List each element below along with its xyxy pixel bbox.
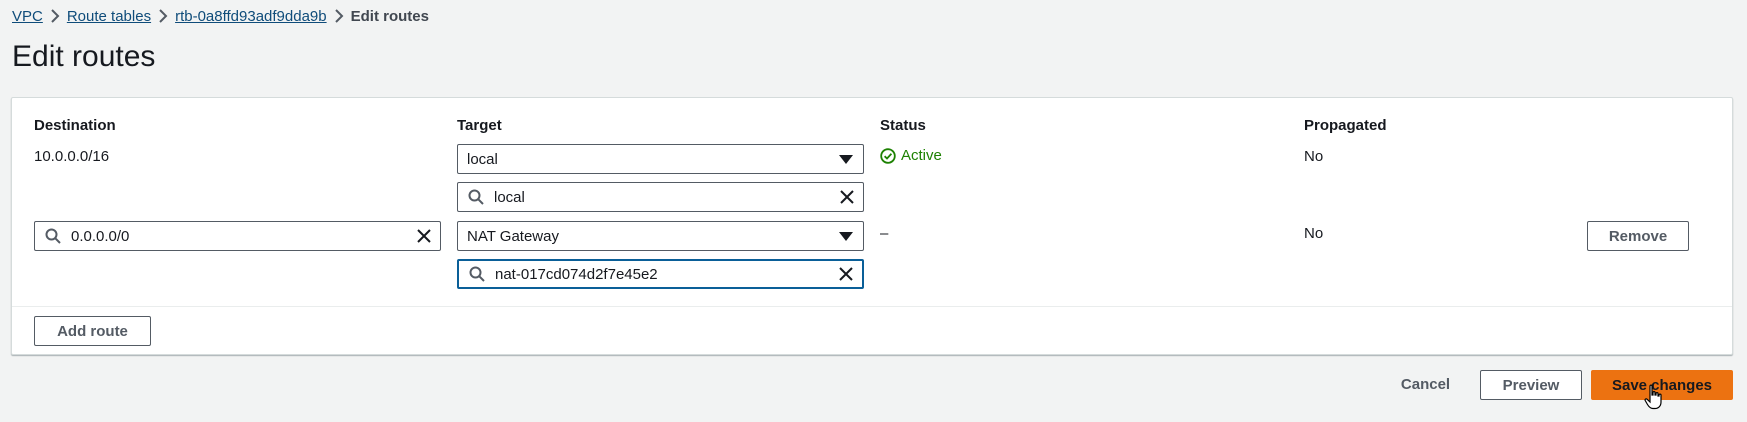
routes-panel: Destination Target Status Propagated 10.… <box>11 97 1733 355</box>
target-search-input[interactable]: local <box>457 182 864 212</box>
route-destination: 10.0.0.0/16 <box>34 148 110 165</box>
destination-input[interactable]: 0.0.0.0/0 <box>34 221 441 251</box>
breadcrumb: VPC Route tables rtb-0a8ffd93adf9dda9b E… <box>12 6 429 26</box>
chevron-right-icon <box>43 9 67 23</box>
status-text: Active <box>901 147 942 164</box>
target-search-value: nat-017cd074d2f7e45e2 <box>495 265 658 283</box>
target-search-value: local <box>494 188 525 206</box>
breadcrumb-route-tables[interactable]: Route tables <box>67 8 151 25</box>
check-circle-icon <box>880 147 896 164</box>
divider <box>12 306 1732 307</box>
clear-icon[interactable] <box>831 190 863 204</box>
preview-button[interactable]: Preview <box>1480 370 1582 400</box>
search-icon <box>459 266 495 282</box>
hand-cursor-icon <box>1644 384 1662 410</box>
cancel-button[interactable]: Cancel <box>1388 369 1463 399</box>
target-type-value: local <box>467 150 498 168</box>
clear-icon[interactable] <box>408 229 440 243</box>
header-status: Status <box>880 117 926 134</box>
header-destination: Destination <box>34 117 116 134</box>
search-icon <box>35 228 71 244</box>
header-propagated: Propagated <box>1304 117 1387 134</box>
target-type-select[interactable]: local <box>457 144 864 174</box>
header-target: Target <box>457 117 502 134</box>
status-badge: Active <box>880 147 942 164</box>
remove-button[interactable]: Remove <box>1587 221 1689 251</box>
chevron-right-icon <box>327 9 351 23</box>
page-title: Edit routes <box>12 40 156 73</box>
breadcrumb-vpc[interactable]: VPC <box>12 8 43 25</box>
target-search-input[interactable]: nat-017cd074d2f7e45e2 <box>457 259 864 289</box>
clear-icon[interactable] <box>830 267 862 281</box>
propagated-value: No <box>1304 225 1324 242</box>
breadcrumb-route-table-id[interactable]: rtb-0a8ffd93adf9dda9b <box>175 8 327 25</box>
search-icon <box>458 189 494 205</box>
caret-down-icon <box>839 232 853 241</box>
status-text: – <box>880 225 889 242</box>
propagated-value: No <box>1304 148 1324 165</box>
breadcrumb-current: Edit routes <box>350 7 429 25</box>
chevron-right-icon <box>151 9 175 23</box>
caret-down-icon <box>839 155 853 164</box>
target-type-value: NAT Gateway <box>467 227 559 245</box>
target-type-select[interactable]: NAT Gateway <box>457 221 864 251</box>
destination-value: 0.0.0.0/0 <box>71 227 130 245</box>
add-route-button[interactable]: Add route <box>34 316 151 346</box>
